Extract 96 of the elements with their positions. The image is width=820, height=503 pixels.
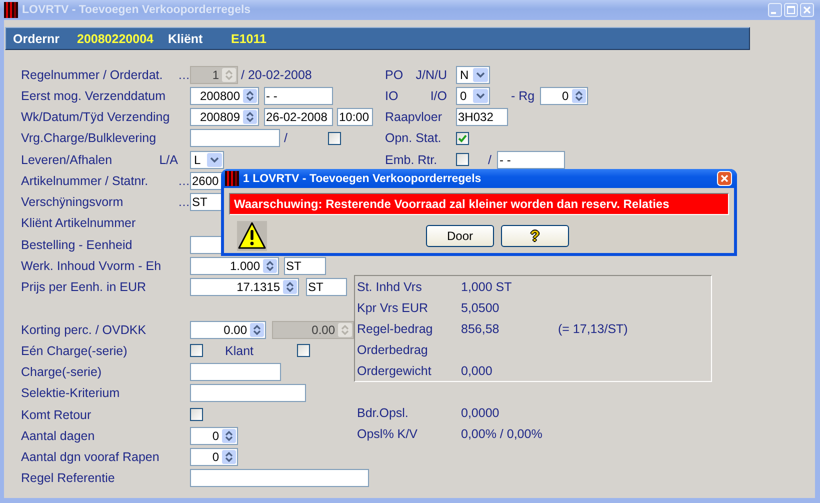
- summary-value: 0,0000: [461, 406, 500, 420]
- field-label: Emb. Rtr.: [385, 152, 438, 167]
- spin-arrows-icon[interactable]: [243, 110, 257, 124]
- field-label: Raapvloer: [385, 110, 442, 124]
- dropdown[interactable]: 0: [456, 86, 490, 105]
- warning-icon: [237, 221, 267, 251]
- field-label: Korting perc. / OVDKK: [21, 322, 146, 337]
- lookup-marker[interactable]: …: [178, 68, 190, 82]
- field-label: Prijs per Eenh. in EUR: [21, 280, 146, 294]
- text-field[interactable]: ST: [306, 278, 347, 296]
- field-label: Vrg.Charge/Bulklevering: [21, 131, 156, 146]
- checkbox[interactable]: [328, 132, 342, 145]
- summary-value: 0,00% / 0,00%: [461, 427, 544, 441]
- field-label: Leveren/Afhalen: [21, 152, 112, 167]
- summary-value: 0,000: [461, 364, 494, 378]
- warning-message: Waarschuwing: Resterende Voorraad zal kleiner worden dan reserv. Relaties: [229, 193, 729, 215]
- summary-value: 1,000 ST: [461, 280, 513, 294]
- text-field[interactable]: 10:00: [337, 108, 373, 126]
- summary-label: Orderbedrag: [357, 342, 429, 356]
- inline-text: - Rg: [511, 88, 535, 103]
- checkbox[interactable]: [190, 408, 203, 422]
- text-field[interactable]: [190, 363, 281, 382]
- field-label: Artikelnummer / Statnr.: [21, 174, 148, 188]
- spin-arrows-icon[interactable]: [222, 450, 236, 464]
- field-label: Charge(-serie): [21, 365, 102, 380]
- spin-arrows-icon[interactable]: [222, 428, 236, 443]
- dropdown[interactable]: N: [456, 66, 490, 84]
- checkbox[interactable]: [296, 344, 310, 358]
- app-icon: [225, 171, 239, 186]
- field-label: Aantal dgn vooraf Rapen: [21, 450, 160, 464]
- lookup-marker[interactable]: …: [178, 174, 190, 188]
- field-label: Selektie-Kriterium: [21, 386, 120, 400]
- number-spinner[interactable]: 0.00: [190, 320, 266, 339]
- number-spinner[interactable]: 0: [540, 86, 588, 105]
- field-label: Eerst mog. Verzenddatum: [21, 88, 166, 103]
- field-label: PO: [385, 68, 404, 82]
- field-label: Werk. Inhoud Vvorm - Eh: [21, 258, 162, 273]
- spin-arrows-icon[interactable]: [250, 322, 264, 337]
- dropdown[interactable]: L: [190, 150, 224, 169]
- inline-text: Klant: [225, 344, 254, 358]
- field-label: Opn. Stat.: [385, 131, 442, 146]
- checkbox[interactable]: [190, 344, 203, 358]
- field-label: Wk/Datum/Tÿd Verzending: [21, 110, 170, 124]
- field-hint: J/N/U: [416, 68, 447, 82]
- dialog-title: 1 LOVRTV - Toevoegen Verkooporderregels: [243, 172, 482, 184]
- number-spinner[interactable]: 0: [190, 426, 238, 445]
- inline-text: /: [284, 131, 288, 146]
- summary-value: 5,0500: [461, 300, 500, 314]
- text-field[interactable]: 26-02-2008: [264, 108, 333, 126]
- field-label: Bestelling - Eenheid: [21, 238, 132, 252]
- number-spinner[interactable]: 1.000: [190, 256, 279, 275]
- summary-label: Bdr.Opsl.: [357, 406, 410, 420]
- field-label: Verschÿningsvorm: [21, 195, 124, 210]
- number-spinner[interactable]: 17.1315: [190, 278, 299, 296]
- number-spinner[interactable]: 0: [190, 448, 238, 466]
- summary-value: 856,58: [461, 322, 500, 336]
- field-label: Eén Charge(-serie): [21, 344, 128, 358]
- summary-label: Kpr Vrs EUR: [357, 300, 430, 314]
- text-field[interactable]: 3H032: [456, 108, 508, 126]
- door-button[interactable]: Door: [426, 225, 494, 247]
- summary-label: St. Inhd Vrs: [357, 280, 423, 294]
- summary-note: (= 17,13/ST): [558, 322, 628, 336]
- text-field[interactable]: [190, 469, 369, 488]
- field-hint: I/O: [430, 88, 447, 103]
- spin-arrows-icon[interactable]: [263, 258, 277, 273]
- text-field[interactable]: ST: [284, 256, 326, 275]
- field-label: Komt Retour: [21, 408, 92, 422]
- inline-text: / 20-02-2008: [241, 68, 312, 82]
- spin-arrows-icon[interactable]: [283, 280, 297, 294]
- spin-arrows-icon[interactable]: [572, 88, 586, 103]
- header-value: 20080220004: [77, 32, 154, 46]
- text-field[interactable]: - -: [264, 86, 333, 105]
- window-title: LOVRTV - Toevoegen Verkooporderregels: [22, 4, 252, 16]
- checkbox[interactable]: [456, 153, 469, 166]
- field-label: Kliënt Artikelnummer: [21, 216, 136, 230]
- field-label: IO: [385, 88, 398, 103]
- summary-label: Ordergewicht: [357, 364, 432, 378]
- text-field[interactable]: - -: [497, 150, 566, 169]
- header-value: E1011: [231, 32, 268, 46]
- field-hint: L/A: [159, 152, 178, 167]
- spin-arrows-icon[interactable]: [243, 88, 257, 103]
- header-label: Ordernr: [13, 32, 61, 46]
- number-spinner[interactable]: 200809: [190, 108, 259, 126]
- app-icon: [4, 2, 18, 18]
- text-field[interactable]: [190, 384, 306, 402]
- inline-text: /: [488, 152, 492, 167]
- header-label: Kliënt: [168, 32, 204, 46]
- summary-label: Opsl% K/V: [357, 427, 418, 441]
- number-spinner[interactable]: 200800: [190, 86, 259, 105]
- lookup-marker[interactable]: …: [178, 195, 190, 210]
- field-label: Regelnummer / Orderdat.: [21, 68, 163, 82]
- field-label: Aantal dagen: [21, 428, 95, 443]
- checkbox[interactable]: [456, 132, 469, 145]
- text-field[interactable]: [190, 129, 280, 148]
- summary-label: Regel-bedrag: [357, 322, 434, 336]
- field-label: Regel Referentie: [21, 471, 115, 486]
